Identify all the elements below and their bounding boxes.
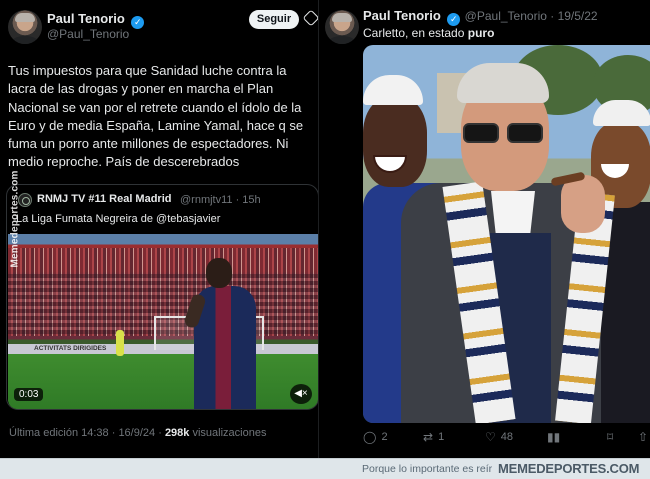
person-main [401,63,615,423]
author-handle[interactable]: @Paul_Tenorio [47,27,129,41]
footer-tagline: Porque lo importante es reír [362,463,493,475]
author-handle[interactable]: @Paul_Tenorio · 19/5/22 [465,9,598,23]
tweet-meta: Última edición 14:38 · 16/9/24 · 298k vi… [9,427,266,439]
ad-board-text: ACTIVITATS DIRIGIDES [34,345,107,352]
author-header: Paul Tenorio ✓ @Paul_Tenorio · 19/5/22 [363,7,598,26]
footer-logo: MEMEDEPORTES.COM [498,461,640,476]
quote-author-name: RNMJ TV #11 Real Madrid [37,193,172,205]
reply-count: 2 [381,431,388,443]
vertical-watermark-text: Memedeportes.com [9,170,21,268]
author-name[interactable]: Paul Tenorio [47,11,125,26]
views-count: 298k [164,427,190,439]
tweet-text-bold: puro [467,26,495,40]
quote-video[interactable]: ACTIVITATS DIRIGIDES 0:03 ◀× [8,234,318,409]
like-button[interactable]: ♡ 48 [485,430,513,444]
views-button[interactable]: ▮▮ [547,430,565,444]
share-icon: ⇧ [638,430,649,444]
verified-icon: ✓ [131,16,145,29]
views-icon: ▮▮ [547,430,561,444]
video-time: 0:03 [14,388,44,401]
mute-icon[interactable]: ◀× [290,384,312,404]
player [183,258,266,409]
quoted-tweet[interactable]: RNMJ TV #11 Real Madrid @rnmjtv11 · 15h … [6,184,318,410]
grok-icon[interactable] [302,9,318,27]
like-icon: ♡ [485,430,496,444]
action-bar: ◯ 2 ⇄ 1 ♡ 48 ▮▮ ⌑ ⇧ [363,430,650,446]
retweet-count: 1 [438,431,445,443]
referee [116,330,124,356]
like-count: 48 [500,431,514,443]
left-tweet: Paul Tenorio ✓ @Paul_Tenorio Seguir Tus … [0,0,318,458]
follow-button[interactable]: Seguir [249,10,299,29]
edit-timestamp[interactable]: Última edición 14:38 · 16/9/24 · [9,427,162,439]
vertical-watermark: Memedeportes.com [7,170,23,270]
bookmark-icon: ⌑ [607,430,614,444]
reply-icon: ◯ [363,430,377,444]
verified-icon: ✓ [447,13,461,26]
right-tweet: Paul Tenorio ✓ @Paul_Tenorio · 19/5/22 C… [318,0,650,458]
tweet-text: Tus impuestos para que Sanidad luche con… [8,63,304,170]
views-label: visualizaciones [192,427,267,439]
pitch [8,354,318,409]
quote-author-handle: @rnmjtv11 · 15h [180,194,261,206]
author-name[interactable]: Paul Tenorio [363,8,441,23]
author-avatar[interactable] [325,10,359,44]
retweet-button[interactable]: ⇄ 1 [423,430,444,444]
author-avatar[interactable] [8,10,42,44]
bookmark-button[interactable]: ⌑ [607,430,618,444]
share-button[interactable]: ⇧ [638,430,650,444]
footer-watermark: Porque lo importante es reír MEMEDEPORTE… [0,458,650,479]
tweet-photo[interactable] [363,45,650,423]
reply-button[interactable]: ◯ 2 [363,430,388,444]
tweet-text: Carletto, en estado puro [363,26,494,40]
retweet-icon: ⇄ [423,430,434,444]
tweet-text-main: Carletto, en estado [363,26,465,40]
quote-text: La Liga Fumata Negreira de @tebasjavier [16,213,221,225]
